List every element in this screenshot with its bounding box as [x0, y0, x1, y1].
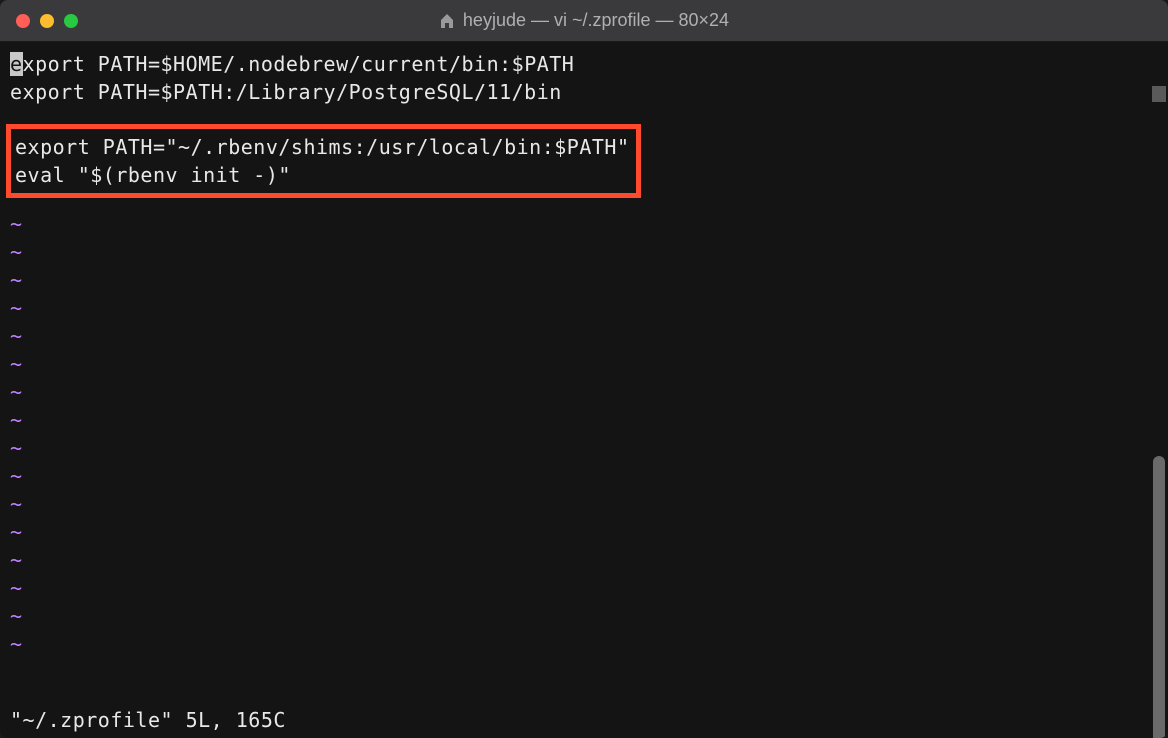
vi-tilde-line: ~: [10, 630, 1158, 658]
vi-tilde-line: ~: [10, 350, 1158, 378]
vi-empty-lines: ~~~~~~~~~~~~~~~~: [10, 210, 1158, 658]
file-line-1-rest: xport PATH=$HOME/.nodebrew/current/bin:$…: [23, 52, 575, 76]
scrollbar[interactable]: [1152, 86, 1166, 736]
vi-tilde-line: ~: [10, 434, 1158, 462]
file-line-2: export PATH=$PATH:/Library/PostgreSQL/11…: [10, 78, 1158, 106]
terminal-body[interactable]: export PATH=$HOME/.nodebrew/current/bin:…: [0, 42, 1168, 738]
window-title-text: heyjude — vi ~/.zprofile — 80×24: [463, 10, 729, 31]
vi-tilde-line: ~: [10, 378, 1158, 406]
vi-tilde-line: ~: [10, 322, 1158, 350]
terminal-window: heyjude — vi ~/.zprofile — 80×24 export …: [0, 0, 1168, 738]
close-button[interactable]: [16, 14, 30, 28]
vi-tilde-line: ~: [10, 462, 1158, 490]
home-icon: [439, 13, 455, 29]
scrollbar-top-button[interactable]: [1152, 86, 1166, 102]
vi-tilde-line: ~: [10, 518, 1158, 546]
cursor: e: [10, 52, 23, 76]
highlight-annotation: export PATH="~/.rbenv/shims:/usr/local/b…: [6, 124, 641, 198]
file-line-5: eval "$(rbenv init -)": [11, 161, 630, 189]
titlebar[interactable]: heyjude — vi ~/.zprofile — 80×24: [0, 0, 1168, 42]
vi-tilde-line: ~: [10, 574, 1158, 602]
vi-status-line: "~/.zprofile" 5L, 165C: [10, 706, 286, 734]
vi-tilde-line: ~: [10, 238, 1158, 266]
maximize-button[interactable]: [64, 14, 78, 28]
vi-tilde-line: ~: [10, 294, 1158, 322]
vi-tilde-line: ~: [10, 546, 1158, 574]
file-line-1: export PATH=$HOME/.nodebrew/current/bin:…: [10, 50, 1158, 78]
vi-tilde-line: ~: [10, 210, 1158, 238]
vi-tilde-line: ~: [10, 602, 1158, 630]
scrollbar-thumb[interactable]: [1153, 456, 1165, 738]
file-line-4: export PATH="~/.rbenv/shims:/usr/local/b…: [11, 133, 630, 161]
vi-tilde-line: ~: [10, 266, 1158, 294]
window-title: heyjude — vi ~/.zprofile — 80×24: [16, 10, 1152, 31]
vi-tilde-line: ~: [10, 490, 1158, 518]
vi-tilde-line: ~: [10, 406, 1158, 434]
traffic-lights: [16, 14, 78, 28]
minimize-button[interactable]: [40, 14, 54, 28]
